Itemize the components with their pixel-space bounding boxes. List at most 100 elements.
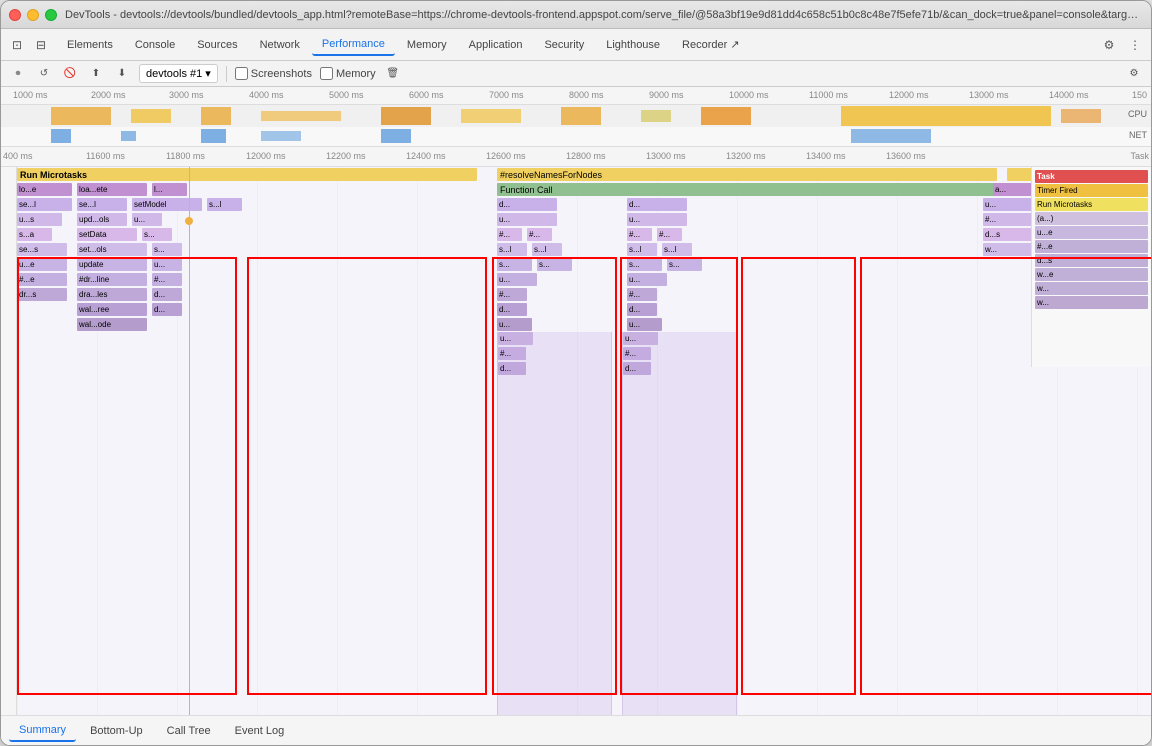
screenshots-checkbox-input[interactable] [235, 67, 248, 80]
deep-block-d1[interactable]: d... [498, 362, 526, 375]
tab-console[interactable]: Console [125, 35, 185, 55]
block-d9[interactable]: d... [152, 303, 182, 316]
block-right-ds[interactable]: d...s [983, 228, 1033, 241]
block-u10a[interactable]: u... [497, 318, 532, 331]
tab-application[interactable]: Application [459, 35, 533, 55]
tab-lighthouse[interactable]: Lighthouse [596, 35, 670, 55]
block-hash1[interactable]: #... [497, 228, 522, 241]
block-setmodel[interactable]: setModel [132, 198, 202, 211]
block-right-u[interactable]: u... [983, 198, 1033, 211]
block-sl3[interactable]: s...l [627, 243, 657, 256]
deep-block-u2[interactable]: u... [623, 332, 658, 345]
trash-icon[interactable]: 🗑 [384, 65, 402, 83]
block-d9a[interactable]: d... [497, 303, 527, 316]
block-s6c[interactable]: s... [627, 258, 662, 271]
block-sa[interactable]: s...a [17, 228, 52, 241]
block-sl[interactable]: s...l [207, 198, 242, 211]
minimize-button[interactable] [27, 9, 39, 21]
memory-checkbox-input[interactable] [320, 67, 333, 80]
run-microtasks-block-2[interactable]: #resolveNamesForNodes [497, 168, 997, 181]
block-s6a[interactable]: s... [497, 258, 532, 271]
deep-block-d2[interactable]: d... [623, 362, 651, 375]
block-right-we[interactable]: w... [983, 243, 1033, 256]
more-options-icon[interactable]: ⋮ [1125, 35, 1145, 55]
close-button[interactable] [9, 9, 21, 21]
block-sel[interactable]: se...l [17, 198, 72, 211]
tab-memory[interactable]: Memory [397, 35, 457, 55]
block-s6b[interactable]: s... [537, 258, 572, 271]
block-right-a[interactable]: a... [993, 183, 1033, 196]
record-icon[interactable]: ⏺ [9, 65, 27, 83]
memory-checkbox[interactable]: Memory [320, 67, 376, 80]
block-drales[interactable]: dra...les [77, 288, 147, 301]
function-call-block[interactable]: Function Call [497, 183, 997, 196]
block-d1[interactable]: d... [497, 198, 557, 211]
inspect-icon[interactable]: ⊡ [7, 35, 27, 55]
block-sl2[interactable]: s...l [532, 243, 562, 256]
clear-icon[interactable]: 🚫 [61, 65, 79, 83]
timeline-overview[interactable]: 1000 ms 2000 ms 3000 ms 4000 ms 5000 ms … [1, 87, 1151, 147]
block-hash8b[interactable]: #... [627, 288, 657, 301]
run-microtasks-block-1[interactable]: Run Microtasks [17, 168, 477, 181]
maximize-button[interactable] [45, 9, 57, 21]
upload-icon[interactable]: ⬆ [87, 65, 105, 83]
device-toggle-icon[interactable]: ⊟ [31, 35, 51, 55]
block-hash2[interactable]: #... [527, 228, 552, 241]
block-drline[interactable]: #dr...line [77, 273, 147, 286]
block-u-mid2[interactable]: u... [627, 213, 687, 226]
block-right-hash[interactable]: #... [983, 213, 1033, 226]
tab-sources[interactable]: Sources [187, 35, 247, 55]
tab-elements[interactable]: Elements [57, 35, 123, 55]
tab-performance[interactable]: Performance [312, 34, 395, 56]
block-u-mid1[interactable]: u... [497, 213, 557, 226]
tab-summary[interactable]: Summary [9, 720, 76, 742]
block-hash8a[interactable]: #... [497, 288, 527, 301]
block-drs8[interactable]: dr...s [17, 288, 67, 301]
block-setdata[interactable]: setData [77, 228, 137, 241]
block-hash4[interactable]: #... [657, 228, 682, 241]
block-u3[interactable]: u... [132, 213, 162, 226]
tab-event-log[interactable]: Event Log [225, 721, 295, 741]
block-loadete[interactable]: loa...ete [77, 183, 147, 196]
tab-security[interactable]: Security [534, 35, 594, 55]
block-ses[interactable]: se...s [17, 243, 67, 256]
tab-call-tree[interactable]: Call Tree [157, 721, 221, 741]
block-us[interactable]: u...s [17, 213, 62, 226]
block-d9b[interactable]: d... [627, 303, 657, 316]
screenshots-checkbox[interactable]: Screenshots [235, 67, 312, 80]
block-setols[interactable]: set...ols [77, 243, 147, 256]
block-l[interactable]: l... [152, 183, 187, 196]
device-dropdown[interactable]: devtools #1 ▾ [139, 64, 218, 83]
settings-icon[interactable]: ⚙ [1099, 35, 1119, 55]
block-sl4[interactable]: s...l [662, 243, 692, 256]
deep-block-hash2[interactable]: #... [623, 347, 651, 360]
block-s4[interactable]: s... [142, 228, 172, 241]
block-walree[interactable]: wal...ree [77, 303, 147, 316]
block-s5[interactable]: s... [152, 243, 182, 256]
block-updols[interactable]: upd...ols [77, 213, 127, 226]
flame-canvas[interactable]: Run Microtasks #resolveNamesForNodes Tas… [17, 167, 1151, 715]
block-loe[interactable]: lo...e [17, 183, 72, 196]
block-sl1[interactable]: s...l [497, 243, 527, 256]
block-d2[interactable]: d... [627, 198, 687, 211]
tab-bottom-up[interactable]: Bottom-Up [80, 721, 153, 741]
block-hashe7[interactable]: #...e [17, 273, 67, 286]
block-u7a[interactable]: u... [497, 273, 537, 286]
block-u6[interactable]: u... [152, 258, 182, 271]
block-u7b[interactable]: u... [627, 273, 667, 286]
block-update6[interactable]: update [77, 258, 147, 271]
download-icon[interactable]: ⬇ [113, 65, 131, 83]
deep-block-hash1[interactable]: #... [498, 347, 526, 360]
settings-perf-icon[interactable]: ⚙ [1125, 65, 1143, 83]
tab-network[interactable]: Network [250, 35, 310, 55]
block-u10b[interactable]: u... [627, 318, 662, 331]
block-walode[interactable]: wal...ode [77, 318, 147, 331]
block-hashe7b[interactable]: #... [152, 273, 182, 286]
block-s6d[interactable]: s... [667, 258, 702, 271]
block-hash3[interactable]: #... [627, 228, 652, 241]
block-ue6[interactable]: u...e [17, 258, 67, 271]
block-sel2[interactable]: se...l [77, 198, 127, 211]
tab-recorder[interactable]: Recorder ↗ [672, 34, 750, 55]
deep-block-u1[interactable]: u... [498, 332, 533, 345]
reload-record-icon[interactable]: ↺ [35, 65, 53, 83]
